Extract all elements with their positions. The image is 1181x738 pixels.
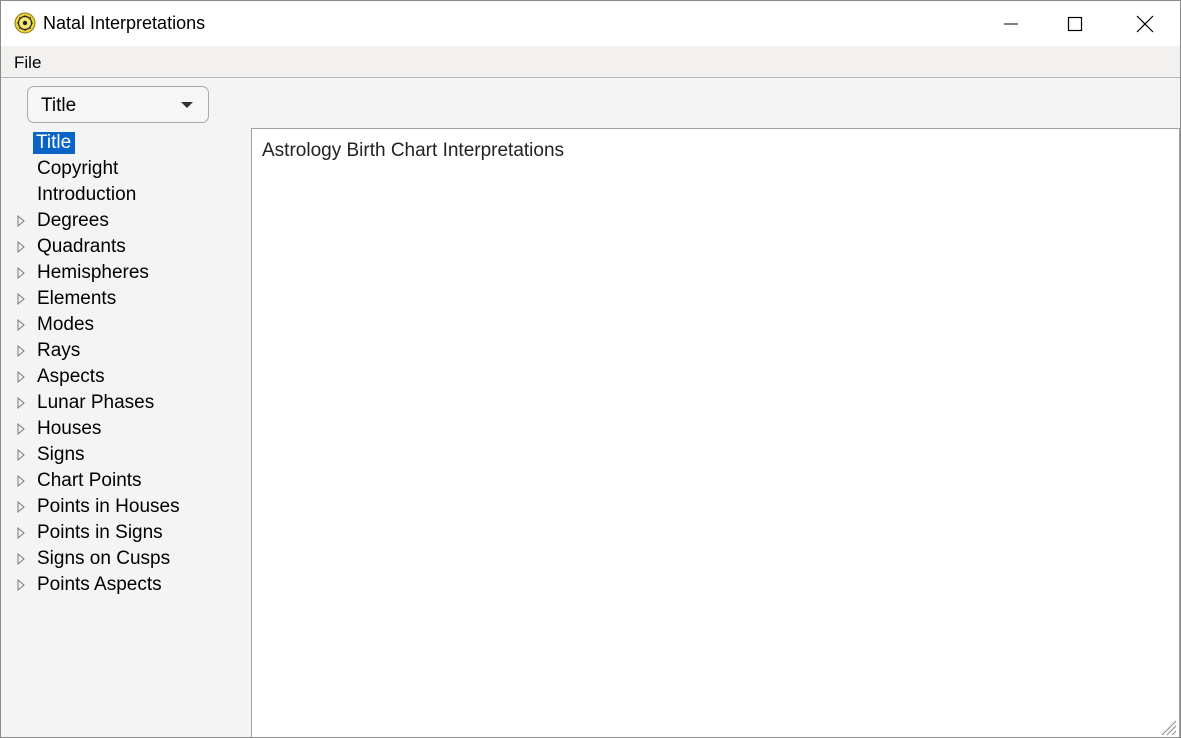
tree-item-label: Modes — [37, 314, 95, 335]
tree-item-label: Rays — [37, 340, 81, 361]
expand-arrow-icon[interactable] — [16, 475, 26, 487]
minimize-icon — [1004, 23, 1018, 24]
tree-item-label: Signs on Cusps — [37, 548, 171, 569]
tree-item[interactable]: Elements — [1, 287, 250, 313]
app-sun-icon — [14, 12, 36, 34]
tree-item[interactable]: Hemispheres — [1, 261, 250, 287]
tree-item-label: Houses — [37, 418, 102, 439]
tree-item[interactable]: Signs on Cusps — [1, 547, 250, 573]
tree-item-label: Points Aspects — [37, 574, 162, 595]
tree-item[interactable]: Copyright — [1, 157, 250, 183]
tree-item-label: Signs — [37, 444, 85, 465]
tree-item-label: Degrees — [37, 210, 109, 231]
content-text: Astrology Birth Chart Interpretations — [262, 140, 565, 161]
tree-item[interactable]: Chart Points — [1, 469, 250, 495]
combobox-value: Title — [41, 95, 77, 116]
expand-arrow-icon[interactable] — [16, 345, 26, 357]
topic-tree[interactable]: Title Copyright Introduction Degrees Quadran… — [1, 128, 250, 737]
title-bar[interactable]: Natal Interpretations — [1, 1, 1180, 46]
expand-arrow-icon[interactable] — [16, 293, 26, 305]
expand-arrow-icon[interactable] — [16, 397, 26, 409]
close-button[interactable] — [1122, 1, 1168, 46]
tree-item-label: Aspects — [37, 366, 105, 387]
tree-item[interactable]: Title — [1, 131, 250, 157]
tree-item-label: Points in Signs — [37, 522, 163, 543]
tree-item-label: Chart Points — [37, 470, 142, 491]
tree-item[interactable]: Aspects — [1, 365, 250, 391]
tree-item[interactable]: Houses — [1, 417, 250, 443]
expand-arrow-icon[interactable] — [16, 267, 26, 279]
tree-item-label: Lunar Phases — [37, 392, 155, 413]
toolbar: Title — [1, 78, 1180, 128]
maximize-icon — [1067, 16, 1083, 31]
expand-arrow-icon[interactable] — [16, 553, 26, 565]
tree-item-label: Elements — [37, 288, 117, 309]
expand-arrow-icon[interactable] — [16, 215, 26, 227]
menu-bar: File — [1, 46, 1180, 78]
tree-item[interactable]: Points in Houses — [1, 495, 250, 521]
expand-arrow-icon[interactable] — [16, 241, 26, 253]
tree-item-label: Copyright — [37, 158, 119, 179]
tree-item-label: Hemispheres — [37, 262, 149, 283]
tree-item[interactable]: Modes — [1, 313, 250, 339]
expand-arrow-icon[interactable] — [16, 319, 26, 331]
tree-item[interactable]: Introduction — [1, 183, 250, 209]
tree-item-label: Quadrants — [37, 236, 126, 257]
tree-item[interactable]: Points Aspects — [1, 573, 250, 599]
tree-item[interactable]: Degrees — [1, 209, 250, 235]
menu-file[interactable]: File — [14, 53, 41, 73]
maximize-button[interactable] — [1052, 1, 1098, 46]
chevron-down-icon — [181, 102, 193, 108]
app-window: Natal Interpretations File Title Title C… — [0, 0, 1181, 738]
tree-item[interactable]: Rays — [1, 339, 250, 365]
tree-item-label: Title — [33, 132, 76, 154]
section-combobox[interactable]: Title — [27, 86, 209, 123]
expand-arrow-icon[interactable] — [16, 501, 26, 513]
tree-item-label: Points in Houses — [37, 496, 180, 517]
minimize-button[interactable] — [988, 1, 1034, 46]
tree-item[interactable]: Lunar Phases — [1, 391, 250, 417]
resize-grip-icon[interactable] — [1157, 716, 1177, 736]
close-icon — [1136, 15, 1154, 32]
tree-item[interactable]: Signs — [1, 443, 250, 469]
expand-arrow-icon[interactable] — [16, 579, 26, 591]
tree-item[interactable]: Quadrants — [1, 235, 250, 261]
tree-item-label: Introduction — [37, 184, 137, 205]
expand-arrow-icon[interactable] — [16, 449, 26, 461]
expand-arrow-icon[interactable] — [16, 371, 26, 383]
expand-arrow-icon[interactable] — [16, 423, 26, 435]
content-pane[interactable]: Astrology Birth Chart Interpretations — [251, 128, 1180, 737]
tree-item[interactable]: Points in Signs — [1, 521, 250, 547]
expand-arrow-icon[interactable] — [16, 527, 26, 539]
window-title: Natal Interpretations — [43, 13, 206, 33]
